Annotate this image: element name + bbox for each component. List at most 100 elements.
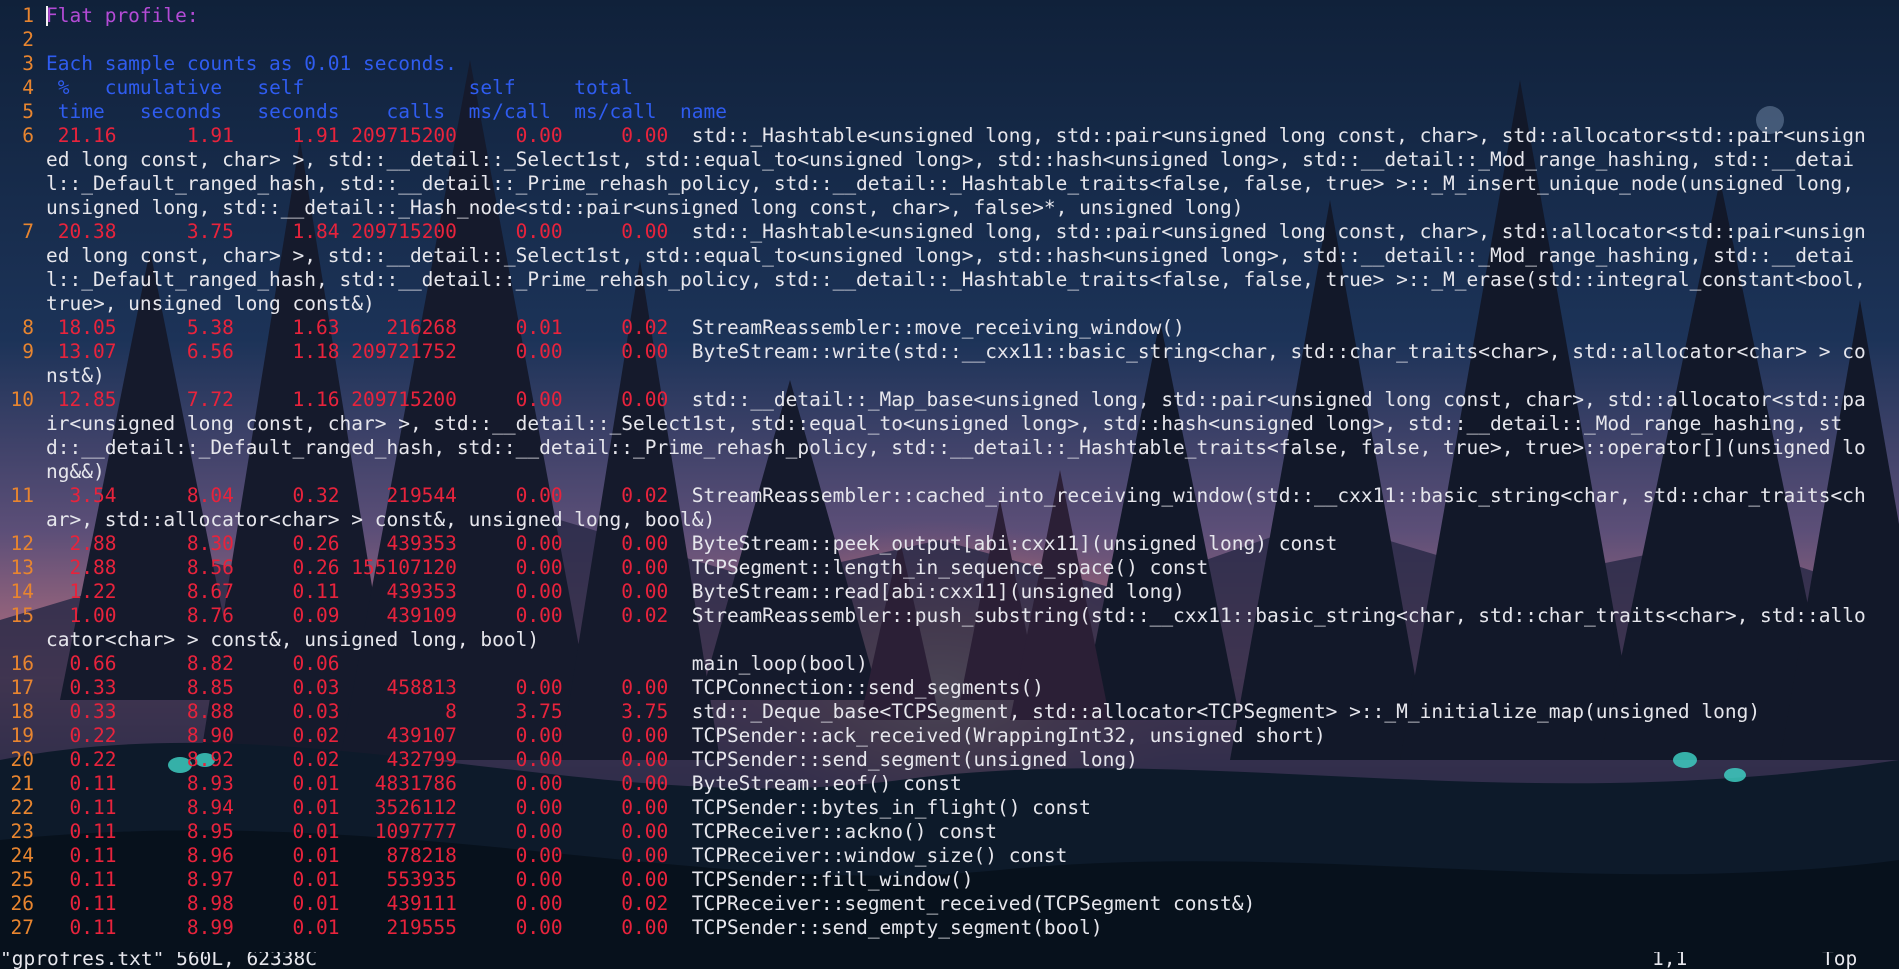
profile-entry-row: 10 12.85 7.72 1.16 209715200 0.00 0.00 s… [0, 388, 1899, 484]
profile-entry-stats: 2.88 8.30 0.26 439353 0.00 0.00 [46, 532, 692, 555]
profile-entry-text: 20.38 3.75 1.84 209715200 0.00 0.00 std:… [46, 220, 1870, 316]
line-number: 23 [10, 820, 34, 843]
line-number: 1 [22, 4, 34, 27]
vim-editor-buffer[interactable]: 1 Flat profile: 2 3 Each sample counts a… [0, 4, 1899, 940]
line-number: 9 [22, 340, 34, 363]
profile-entry-text: 0.22 8.92 0.02 432799 0.00 0.00 TCPSende… [46, 748, 1870, 772]
line-number: 6 [22, 124, 34, 147]
line-number: 13 [10, 556, 34, 579]
buffer-line: 1 Flat profile: [0, 4, 1899, 28]
line-number: 11 [10, 484, 34, 507]
line-number: 14 [10, 580, 34, 603]
profile-entry-row: 21 0.11 8.93 0.01 4831786 0.00 0.00 Byte… [0, 772, 1899, 796]
buffer-line: 5 time seconds seconds calls ms/call ms/… [0, 100, 1899, 124]
profile-entry-row: 26 0.11 8.98 0.01 439111 0.00 0.02 TCPRe… [0, 892, 1899, 916]
line-number: 12 [10, 532, 34, 555]
profile-entry-text: 0.11 8.95 0.01 1097777 0.00 0.00 TCPRece… [46, 820, 1870, 844]
profile-entry-stats: 0.11 8.93 0.01 4831786 0.00 0.00 [46, 772, 692, 795]
profile-entry-row: 14 1.22 8.67 0.11 439353 0.00 0.00 ByteS… [0, 580, 1899, 604]
profile-entry-text: 0.11 8.99 0.01 219555 0.00 0.00 TCPSende… [46, 916, 1870, 940]
profile-entry-stats: 2.88 8.56 0.26 155107120 0.00 0.00 [46, 556, 692, 579]
profile-entry-stats: 0.11 8.98 0.01 439111 0.00 0.02 [46, 892, 692, 915]
profile-entry-text: 0.22 8.90 0.02 439107 0.00 0.00 TCPSende… [46, 724, 1870, 748]
profile-entry-text: 3.54 8.04 0.32 219544 0.00 0.02 StreamRe… [46, 484, 1870, 532]
profile-entry-row: 25 0.11 8.97 0.01 553935 0.00 0.00 TCPSe… [0, 868, 1899, 892]
profile-entry-row: 23 0.11 8.95 0.01 1097777 0.00 0.00 TCPR… [0, 820, 1899, 844]
profile-entry-stats: 0.66 8.82 0.06 [46, 652, 692, 675]
profile-entry-stats: 3.54 8.04 0.32 219544 0.00 0.02 [46, 484, 692, 507]
function-name: TCPSender::ack_received(WrappingInt32, u… [691, 724, 1326, 747]
profile-entry-row: 12 2.88 8.30 0.26 439353 0.00 0.00 ByteS… [0, 532, 1899, 556]
profile-entry-text: 2.88 8.30 0.26 439353 0.00 0.00 ByteStre… [46, 532, 1870, 556]
profile-entry-text: 2.88 8.56 0.26 155107120 0.00 0.00 TCPSe… [46, 556, 1870, 580]
profile-entry-stats: 0.11 8.97 0.01 553935 0.00 0.00 [46, 868, 692, 891]
function-name: TCPReceiver::segment_received(TCPSegment… [691, 892, 1256, 915]
line-number: 17 [10, 676, 34, 699]
line-number: 5 [22, 100, 34, 123]
profile-entry-stats: 0.22 8.92 0.02 432799 0.00 0.00 [46, 748, 692, 771]
line-number: 16 [10, 652, 34, 675]
profile-entry-text: 0.11 8.96 0.01 878218 0.00 0.00 TCPRecei… [46, 844, 1870, 868]
profile-entry-text: 0.11 8.98 0.01 439111 0.00 0.02 TCPRecei… [46, 892, 1870, 916]
profile-entry-stats: 0.11 8.96 0.01 878218 0.00 0.00 [46, 844, 692, 867]
profile-entry-stats: 21.16 1.91 1.91 209715200 0.00 0.00 [46, 124, 692, 147]
line-number: 27 [10, 916, 34, 939]
profile-entry-text: 18.05 5.38 1.63 216268 0.01 0.02 StreamR… [46, 316, 1870, 340]
profile-entry-row: 13 2.88 8.56 0.26 155107120 0.00 0.00 TC… [0, 556, 1899, 580]
status-line: "gprofres.txt" 560L, 62338C 1,1 Top [0, 952, 1899, 969]
function-name: TCPReceiver::window_size() const [691, 844, 1068, 867]
profile-entry-row: 15 1.00 8.76 0.09 439109 0.00 0.02 Strea… [0, 604, 1899, 652]
profile-entries: 6 21.16 1.91 1.91 209715200 0.00 0.00 st… [0, 124, 1899, 940]
line-number: 25 [10, 868, 34, 891]
line-number: 8 [22, 316, 34, 339]
line-number: 10 [10, 388, 34, 411]
profile-entry-text: 0.11 8.93 0.01 4831786 0.00 0.00 ByteStr… [46, 772, 1870, 796]
buffer-line: 2 [0, 28, 1899, 52]
function-name: TCPSegment::length_in_sequence_space() c… [691, 556, 1209, 579]
profile-entry-text: 13.07 6.56 1.18 209721752 0.00 0.00 Byte… [46, 340, 1870, 388]
function-name: main_loop(bool) [691, 652, 868, 675]
profile-entry-text: 12.85 7.72 1.16 209715200 0.00 0.00 std:… [46, 388, 1870, 484]
profile-entry-text: 0.66 8.82 0.06 main_loop(bool) [46, 652, 1870, 676]
function-name: ByteStream::eof() const [691, 772, 962, 795]
profile-entry-stats: 0.11 8.99 0.01 219555 0.00 0.00 [46, 916, 692, 939]
function-name: StreamReassembler::move_receiving_window… [691, 316, 1185, 339]
profile-entry-text: 1.22 8.67 0.11 439353 0.00 0.00 ByteStre… [46, 580, 1870, 604]
function-name: ByteStream::read[abi:cxx11](unsigned lon… [691, 580, 1185, 603]
profile-entry-stats: 0.22 8.90 0.02 439107 0.00 0.00 [46, 724, 692, 747]
profile-entry-text: 0.33 8.88 0.03 8 3.75 3.75 std::_Deque_b… [46, 700, 1870, 724]
profile-entry-text: 21.16 1.91 1.91 209715200 0.00 0.00 std:… [46, 124, 1870, 220]
profile-entry-row: 22 0.11 8.94 0.01 3526112 0.00 0.00 TCPS… [0, 796, 1899, 820]
function-name: TCPSender::send_segment(unsigned long) [691, 748, 1138, 771]
line-number: 15 [10, 604, 34, 627]
line-number: 19 [10, 724, 34, 747]
profile-entry-stats: 0.33 8.88 0.03 8 3.75 3.75 [46, 700, 692, 723]
profile-entry-stats: 13.07 6.56 1.18 209721752 0.00 0.00 [46, 340, 692, 363]
function-name: TCPSender::bytes_in_flight() const [691, 796, 1091, 819]
line-number: 20 [10, 748, 34, 771]
profile-entry-stats: 1.22 8.67 0.11 439353 0.00 0.00 [46, 580, 692, 603]
profile-entry-stats: 18.05 5.38 1.63 216268 0.01 0.02 [46, 316, 692, 339]
profile-entry-stats: 0.33 8.85 0.03 458813 0.00 0.00 [46, 676, 692, 699]
profile-entry-row: 11 3.54 8.04 0.32 219544 0.00 0.02 Strea… [0, 484, 1899, 532]
profile-entry-stats: 0.11 8.94 0.01 3526112 0.00 0.00 [46, 796, 692, 819]
profile-entry-row: 9 13.07 6.56 1.18 209721752 0.00 0.00 By… [0, 340, 1899, 388]
profile-entry-stats: 20.38 3.75 1.84 209715200 0.00 0.00 [46, 220, 692, 243]
function-name: std::_Deque_base<TCPSegment, std::alloca… [691, 700, 1761, 723]
profile-entry-row: 27 0.11 8.99 0.01 219555 0.00 0.00 TCPSe… [0, 916, 1899, 940]
profile-entry-row: 18 0.33 8.88 0.03 8 3.75 3.75 std::_Dequ… [0, 700, 1899, 724]
line-number: 7 [22, 220, 34, 243]
profile-entry-row: 17 0.33 8.85 0.03 458813 0.00 0.00 TCPCo… [0, 676, 1899, 700]
column-header-2: time seconds seconds calls ms/call ms/ca… [46, 100, 774, 123]
profile-entry-row: 8 18.05 5.38 1.63 216268 0.01 0.02 Strea… [0, 316, 1899, 340]
line-number: 18 [10, 700, 34, 723]
profile-entry-row: 7 20.38 3.75 1.84 209715200 0.00 0.00 st… [0, 220, 1899, 316]
line-number: 2 [22, 28, 34, 51]
line-number: 24 [10, 844, 34, 867]
cursor-position: 1,1 [1652, 952, 1688, 969]
sample-line: Each sample counts as 0.01 seconds. [46, 52, 457, 75]
buffer-line: 3 Each sample counts as 0.01 seconds. [0, 52, 1899, 76]
function-name: ByteStream::peek_output[abi:cxx11](unsig… [691, 532, 1338, 555]
profile-entry-text: 1.00 8.76 0.09 439109 0.00 0.02 StreamRe… [46, 604, 1870, 652]
profile-entry-stats: 1.00 8.76 0.09 439109 0.00 0.02 [46, 604, 692, 627]
